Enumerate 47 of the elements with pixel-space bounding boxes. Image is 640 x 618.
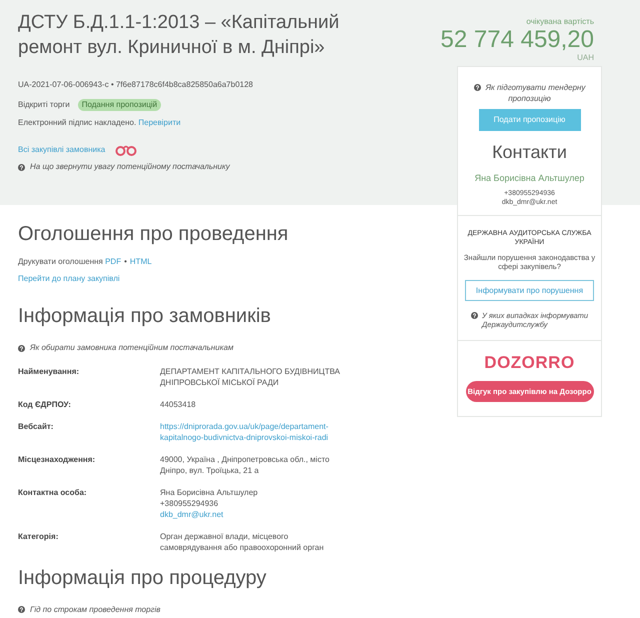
contacts-title: Контакти [491, 141, 568, 164]
procedure-type: Відкриті торги [18, 99, 70, 111]
field-label: Контактна особа: [18, 486, 88, 498]
print-label: Друкувати оголошення [18, 257, 104, 266]
field-label: Вебсайт: [18, 420, 54, 432]
help-icon [18, 164, 25, 170]
help-icon [18, 606, 25, 613]
field-value: 49000, Україна , Дніпропетровська обл., місто Дніпро, вул. Троїцька, 21 а [160, 454, 330, 476]
section-title: Інформація про процедуру [18, 566, 268, 590]
field-value: 44053418 [160, 398, 197, 410]
glasses-icon[interactable] [115, 144, 138, 156]
currency-label: UAH [576, 53, 594, 63]
submit-offer-button[interactable]: Подати пропозицію [478, 109, 580, 131]
signature-status: Електронний підпис накладено. [18, 118, 138, 127]
field-link[interactable]: https://dniprorada.gov.ua/uk/page/departament-kapitalnogo-budivnictva-dniprovskoi-miskoi-radi [160, 420, 342, 442]
field-label: Категорія: [18, 530, 60, 543]
help-link[interactable]: На що звернути увагу потенційному постачальнику [18, 161, 230, 173]
field-value: +380955294936 [160, 498, 220, 508]
page-title: ДСТУ Б.Д.1.1-1:2013 – «Капітальний ремонт вул. Криничної в м. Дніпрі» [18, 11, 340, 60]
field-value: ДЕПАРТАМЕНТ КАПІТАЛЬНОГО БУДІВНИЦТВА ДНІПРОВСЬКОЇ МІСЬКОЇ РАДИ [160, 366, 342, 388]
report-violation-button[interactable]: Інформувати про порушення [465, 280, 594, 301]
field-value: Яна Борисівна Альтшулер [160, 486, 259, 498]
price-caption: очікувана вартість [525, 16, 594, 27]
section-title: Оголошення про проведення [18, 222, 290, 247]
verify-link[interactable]: Перевірити [138, 118, 181, 127]
field-label: Найменування: [18, 366, 80, 378]
logo: DOZORRO [483, 354, 576, 372]
help-icon [474, 84, 481, 91]
tender-identifier: UA-2021-07-06-006943-c • 7f6e87178c6f4b8ca825850a6a7b0128 [18, 79, 254, 91]
field-label: Місцезнаходження: [18, 454, 96, 466]
separator: • [124, 257, 127, 266]
procurement-plan-link[interactable]: Перейти до плану закупівлі [18, 274, 120, 283]
field-label: Код ЄДРПОУ: [18, 398, 72, 410]
status-badge: Подання пропозицій [78, 99, 162, 111]
print-format-link[interactable]: HTML [130, 257, 152, 266]
print-format-link[interactable]: PDF [105, 257, 122, 266]
section-title: Інформація про замовників [18, 304, 272, 329]
help-link[interactable]: Як обирати замовника потенційним постачальникам [18, 342, 234, 354]
help-icon [471, 312, 478, 319]
field-link[interactable]: dkb_dmr@ukr.net [160, 508, 342, 520]
contact-name: Яна Борисівна Альтшулер [474, 172, 586, 184]
price-amount: 52 774 459,20 [440, 27, 594, 53]
help-link[interactable]: Гід по строкам проведення торгів [18, 604, 160, 616]
help-link[interactable]: Як підготувати тендерну пропозицію [472, 82, 587, 104]
field-value: Орган державної влади, місцевого самоврядування або правоохоронний орган [160, 530, 325, 552]
buyer-tenders-link[interactable]: Всі закупівлі замовника [18, 144, 106, 156]
help-icon [18, 344, 25, 352]
